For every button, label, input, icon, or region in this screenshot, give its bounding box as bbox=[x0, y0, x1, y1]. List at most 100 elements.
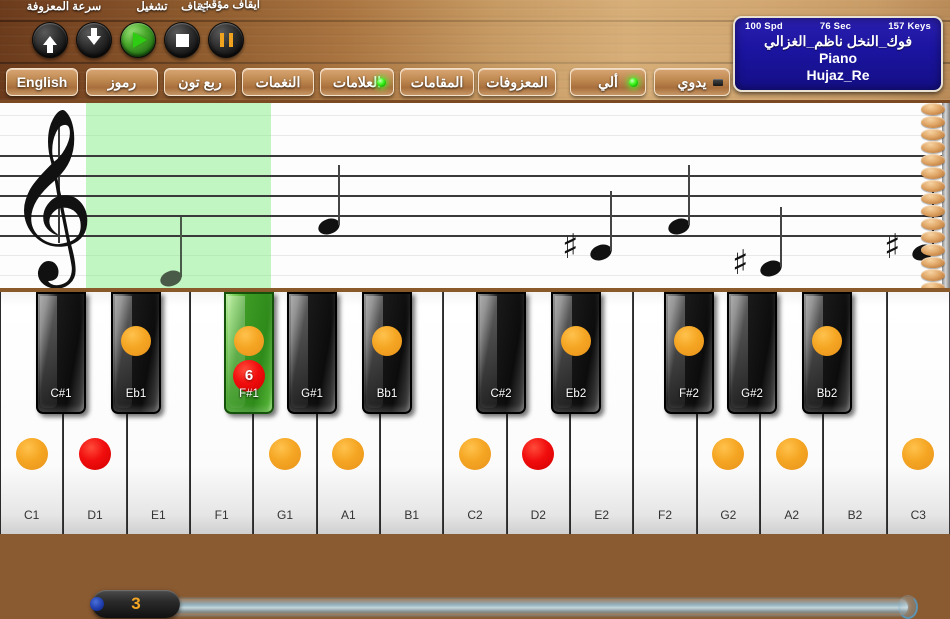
treble-clef-icon: 𝄞 bbox=[6, 107, 95, 281]
staff-scrollbar-beads[interactable] bbox=[920, 103, 946, 288]
btn-pieces[interactable]: المعزوفات bbox=[478, 68, 556, 96]
btn-manual[interactable]: يدوي bbox=[654, 68, 730, 96]
black-key-bb1[interactable]: Bb1 bbox=[362, 292, 412, 414]
scrollbar-bead[interactable] bbox=[921, 282, 945, 288]
black-key-gs1[interactable]: G#1 bbox=[287, 292, 337, 414]
black-key-cs2[interactable]: C#2 bbox=[476, 292, 526, 414]
pause-label: ايقاف مؤقت bbox=[200, 0, 260, 11]
white-key-d1-label: D1 bbox=[87, 508, 103, 522]
white-key-e1-label: E1 bbox=[150, 508, 166, 522]
info-scale: Hujaz_Re bbox=[806, 67, 870, 83]
black-key-gs2[interactable]: G#2 bbox=[727, 292, 777, 414]
white-key-c3[interactable]: C3 bbox=[886, 292, 950, 534]
music-staff[interactable]: ♯ ♯ ♯ 𝄞 bbox=[0, 100, 950, 292]
slider-end-handle[interactable] bbox=[898, 595, 918, 619]
btn-auto-label: ألي bbox=[598, 73, 618, 90]
speed-label: سرعة المعزوفة bbox=[26, 1, 102, 13]
white-key-b1-label: B1 bbox=[404, 508, 419, 522]
btn-english-label: English bbox=[16, 74, 68, 90]
transport-labels: سرعة المعزوفة تشغيل ايقاف ايقاف مؤقت bbox=[0, 0, 330, 22]
piano-keyboard[interactable]: C1 D1 E1 F1 G1 A1 B1 C2 D2 E2 F2 G2 A2 B2 C3 C#1 Eb1 6 F#… bbox=[0, 292, 950, 619]
black-key-fs1-label: F#1 bbox=[239, 388, 259, 400]
scrollbar-bead[interactable] bbox=[921, 269, 945, 282]
black-key-bb1-marker bbox=[372, 326, 402, 356]
scrollbar-bead[interactable] bbox=[921, 256, 945, 269]
white-key-b2-label: B2 bbox=[847, 508, 863, 522]
note-stem bbox=[780, 207, 782, 267]
black-key-fs1[interactable]: 6 F#1 bbox=[224, 292, 274, 414]
white-key-c3-marker bbox=[902, 438, 935, 470]
scrollbar-bead[interactable] bbox=[921, 154, 945, 166]
scrollbar-bead[interactable] bbox=[921, 128, 945, 141]
btn-notes[interactable]: النغمات bbox=[242, 68, 314, 96]
btn-rumoz[interactable]: رموز bbox=[86, 68, 158, 96]
btn-maqamat[interactable]: المقامات bbox=[400, 68, 474, 96]
btn-signs-label: العلامات bbox=[332, 73, 382, 90]
black-key-fs2[interactable]: F#2 bbox=[664, 292, 714, 414]
info-panel[interactable]: 100 Spd 76 Sec 157 Keys فوك_النخل ناظم_ا… bbox=[733, 16, 943, 92]
btn-auto[interactable]: ألي bbox=[570, 68, 646, 96]
scrollbar-bead[interactable] bbox=[921, 141, 945, 154]
staff-line bbox=[0, 215, 950, 217]
btn-rumoz-label: رموز bbox=[107, 73, 137, 90]
scrollbar-bead[interactable] bbox=[921, 166, 945, 179]
black-key-eb1[interactable]: Eb1 bbox=[111, 292, 161, 414]
note-stem bbox=[338, 165, 340, 225]
note-2[interactable] bbox=[316, 165, 342, 238]
info-title: فوك_النخل ناظم_الغزالي bbox=[763, 33, 913, 49]
stop-button[interactable] bbox=[164, 22, 200, 58]
finger-number-badge[interactable]: 3 bbox=[90, 590, 180, 618]
scrollbar-bead[interactable] bbox=[921, 218, 945, 230]
scrollbar-bead[interactable] bbox=[921, 243, 945, 256]
btn-english[interactable]: English bbox=[6, 68, 78, 96]
info-stats: 100 Spd 76 Sec 157 Keys bbox=[741, 21, 935, 32]
white-key-c3-label: C3 bbox=[910, 508, 926, 522]
white-key-c1-marker bbox=[15, 438, 48, 470]
black-key-bb2[interactable]: Bb2 bbox=[802, 292, 852, 414]
info-speed: 100 Spd bbox=[745, 21, 783, 32]
staff-highlight-region bbox=[86, 103, 271, 288]
white-key-g2-label: G2 bbox=[720, 508, 737, 522]
scrollbar-bead[interactable] bbox=[921, 192, 945, 205]
black-key-bb1-label: Bb1 bbox=[376, 388, 398, 400]
black-key-cs2-label: C#2 bbox=[490, 388, 512, 400]
black-key-fs2-marker bbox=[674, 326, 704, 356]
white-key-f2-label: F2 bbox=[657, 508, 672, 522]
white-key-d2-label: D2 bbox=[530, 508, 546, 522]
pause-button[interactable] bbox=[208, 22, 244, 58]
info-instrument: Piano bbox=[818, 50, 858, 66]
scrollbar-bead[interactable] bbox=[921, 179, 945, 192]
black-key-bb2-marker bbox=[812, 326, 842, 356]
black-key-gs1-label: G#1 bbox=[301, 388, 323, 400]
note-5[interactable] bbox=[758, 207, 784, 280]
scrollbar-bead[interactable] bbox=[921, 115, 945, 128]
scrollbar-bead[interactable] bbox=[921, 205, 945, 218]
note-stem bbox=[180, 217, 182, 277]
note-4[interactable] bbox=[666, 165, 692, 238]
staff-line bbox=[0, 235, 950, 237]
btn-quarter[interactable]: ربع تون bbox=[164, 68, 236, 96]
up-arrow-icon bbox=[43, 35, 57, 53]
note-3[interactable] bbox=[588, 191, 614, 264]
note-1[interactable] bbox=[158, 217, 184, 288]
white-key-g1-label: G1 bbox=[276, 508, 293, 522]
note-progress-slider[interactable] bbox=[108, 599, 908, 615]
staff-line bbox=[0, 155, 950, 157]
down-arrow-icon bbox=[87, 27, 101, 45]
black-key-cs1-label: C#1 bbox=[50, 388, 72, 400]
play-button[interactable] bbox=[120, 22, 156, 58]
black-key-cs1[interactable]: C#1 bbox=[36, 292, 86, 414]
scrollbar-bead[interactable] bbox=[921, 103, 945, 115]
btn-auto-led-icon bbox=[629, 78, 638, 87]
staff-line bbox=[0, 195, 950, 197]
speed-up-button[interactable] bbox=[32, 22, 68, 58]
scrollbar-bead[interactable] bbox=[921, 230, 945, 243]
speed-down-button[interactable] bbox=[76, 22, 112, 58]
black-key-fs1-marker bbox=[234, 326, 264, 356]
black-key-eb2[interactable]: Eb2 bbox=[551, 292, 601, 414]
btn-signs[interactable]: العلامات bbox=[320, 68, 394, 96]
app-root: سرعة المعزوفة تشغيل ايقاف ايقاف مؤقت Englis… bbox=[0, 0, 950, 619]
black-key-gs2-label: G#2 bbox=[741, 388, 763, 400]
black-key-bb2-label: Bb2 bbox=[816, 388, 838, 400]
white-key-c2-label: C2 bbox=[467, 508, 483, 522]
